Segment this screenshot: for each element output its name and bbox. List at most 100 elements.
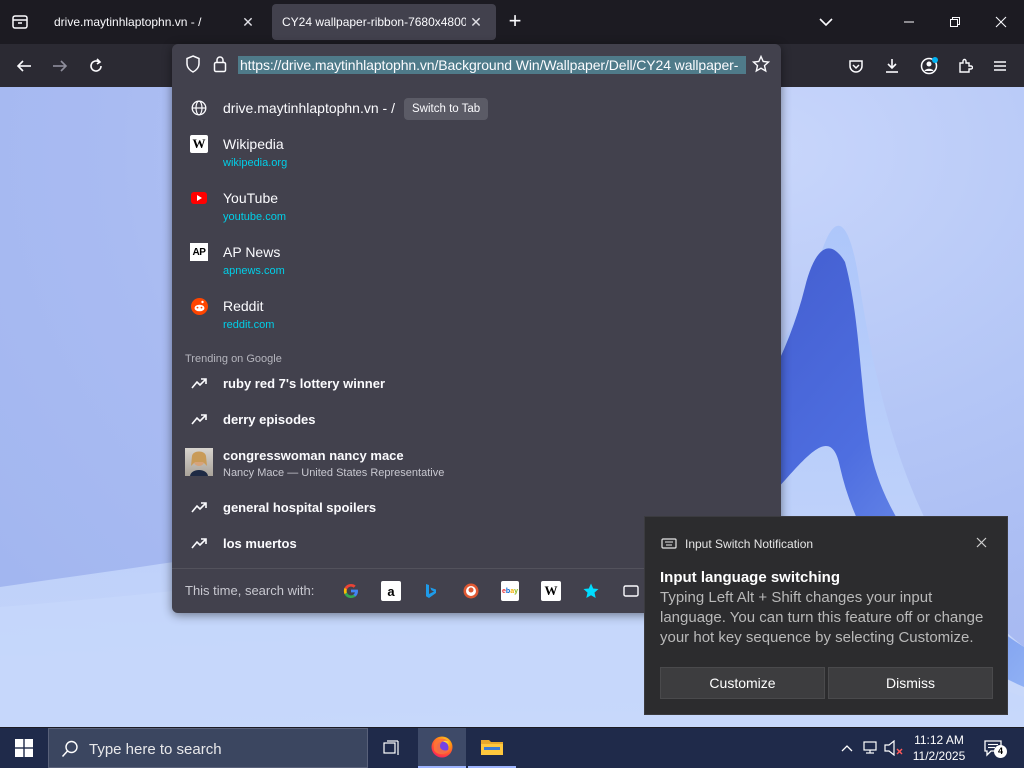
clock[interactable]: 11:12 AM 11/2/2025 [904, 732, 974, 764]
restore-button[interactable] [932, 0, 978, 44]
account-icon [920, 57, 938, 75]
customize-button[interactable]: Customize [660, 667, 825, 699]
shortcut-youtube[interactable]: YouTube youtube.com [172, 188, 781, 238]
dismiss-button[interactable]: Dismiss [828, 667, 993, 699]
bing-icon[interactable] [421, 581, 441, 601]
reddit-icon [190, 297, 208, 315]
tab-drive[interactable]: drive.maytinhlaptophn.vn - / ✕ [44, 4, 268, 40]
puzzle-icon [959, 58, 973, 73]
tabs-icon[interactable] [621, 581, 641, 601]
network-icon[interactable] [861, 738, 881, 758]
shortcut-url: youtube.com [223, 211, 286, 223]
ebay-icon[interactable]: ebay [501, 581, 519, 601]
suggestion-description: Nancy Mace — United States Representativ… [223, 467, 445, 479]
clock-time: 11:12 AM [914, 733, 964, 747]
close-icon [995, 16, 1007, 28]
minimize-icon [904, 21, 914, 23]
pocket-icon [849, 60, 863, 73]
notification-app-name: Input Switch Notification [685, 537, 814, 551]
task-view-button[interactable] [368, 728, 416, 768]
tracking-protection-shield-icon[interactable] [185, 55, 201, 78]
search-placeholder: Type here to search [89, 741, 222, 758]
suggestion-text: ruby red 7's lottery winner [223, 376, 386, 391]
duckduckgo-icon[interactable] [461, 581, 481, 601]
trending-arrow-icon [190, 534, 208, 552]
notification-count-badge: 4 [994, 745, 1007, 758]
url-input[interactable]: https://drive.maytinhlaptophn.vn/Backgro… [240, 57, 746, 73]
list-all-tabs-button[interactable] [814, 10, 838, 34]
amazon-icon[interactable]: a [381, 581, 401, 601]
close-window-button[interactable] [978, 0, 1024, 44]
google-icon[interactable] [341, 581, 361, 601]
keyboard-icon [661, 537, 677, 556]
downloads-button[interactable] [878, 52, 906, 80]
result-title: drive.maytinhlaptophn.vn - / [223, 100, 395, 116]
search-icon [61, 740, 79, 763]
arrow-right-icon [53, 60, 68, 72]
globe-icon [190, 99, 208, 117]
restore-icon [950, 17, 960, 27]
wikipedia-icon[interactable]: W [541, 581, 561, 601]
windows-logo-icon [15, 739, 33, 757]
bookmark-star-icon[interactable] [751, 54, 771, 78]
new-tab-button[interactable]: + [503, 10, 527, 34]
taskbar-file-explorer[interactable] [468, 728, 516, 768]
person-thumbnail [185, 448, 213, 476]
suggestion-text: congresswoman nancy mace [223, 448, 404, 463]
trending-heading: Trending on Google [185, 353, 282, 365]
firefox-icon [431, 736, 453, 758]
clock-date: 11/2/2025 [912, 749, 966, 763]
tab-title: CY24 wallpaper-ribbon-7680x4800_ [282, 15, 466, 29]
chevron-down-icon [819, 18, 833, 27]
pocket-button[interactable] [842, 52, 870, 80]
folder-icon [481, 740, 503, 755]
input-switch-notification: Input Switch Notification Input language… [644, 516, 1008, 715]
reload-icon [90, 58, 102, 72]
shortcut-name: AP News [223, 244, 281, 260]
suggestion-text: general hospital spoilers [223, 500, 377, 515]
minimize-button[interactable] [886, 0, 932, 44]
tab-strip: drive.maytinhlaptophn.vn - / ✕ CY24 wall… [0, 0, 1024, 44]
extensions-button[interactable] [951, 52, 979, 80]
notification-close-icon[interactable] [972, 533, 990, 551]
shortcut-name: Reddit [223, 298, 264, 314]
wikipedia-icon: W [190, 135, 208, 153]
tab-close-icon[interactable]: ✕ [238, 12, 258, 32]
urlbar[interactable]: https://drive.maytinhlaptophn.vn/Backgro… [172, 44, 781, 84]
taskbar-firefox[interactable] [418, 728, 466, 768]
shortcut-url: wikipedia.org [223, 157, 288, 169]
shortcut-wikipedia[interactable]: W Wikipedia wikipedia.org [172, 134, 781, 184]
trending-suggestion-rich[interactable]: congresswoman nancy mace Nancy Mace — Un… [172, 444, 781, 484]
shortcut-apnews[interactable]: AP AP News apnews.com [172, 242, 781, 292]
switch-to-tab-badge[interactable]: Switch to Tab [404, 98, 489, 120]
trending-arrow-icon [190, 374, 208, 392]
volume-muted-icon[interactable] [884, 738, 904, 758]
apnews-icon: AP [190, 243, 208, 261]
lock-icon[interactable] [213, 55, 227, 78]
tab-close-icon[interactable]: ✕ [466, 12, 486, 32]
notification-body: Typing Left Alt + Shift changes your inp… [660, 589, 984, 646]
show-hidden-icons-chevron-up-icon[interactable] [837, 738, 857, 758]
trending-arrow-icon [190, 498, 208, 516]
trending-suggestion[interactable]: derry episodes [172, 408, 781, 432]
firefox-view-button[interactable] [8, 10, 32, 34]
action-center-button[interactable]: 4 [982, 738, 1007, 758]
suggestion-text: derry episodes [223, 412, 316, 427]
tab-title: drive.maytinhlaptophn.vn - / [54, 15, 202, 29]
reload-button[interactable] [82, 52, 110, 80]
trending-suggestion[interactable]: ruby red 7's lottery winner [172, 372, 781, 396]
back-button[interactable] [10, 52, 38, 80]
shortcut-url: apnews.com [223, 265, 285, 277]
account-button[interactable] [915, 52, 943, 80]
bookmarks-star-icon[interactable] [581, 581, 601, 601]
forward-button[interactable] [46, 52, 74, 80]
tab-wallpaper[interactable]: CY24 wallpaper-ribbon-7680x4800_ ✕ [272, 4, 496, 40]
notification-title: Input language switching [660, 569, 840, 586]
start-button[interactable] [0, 728, 48, 768]
shortcut-reddit[interactable]: Reddit reddit.com [172, 296, 781, 346]
trending-arrow-icon [190, 410, 208, 428]
search-with-label: This time, search with: [185, 583, 315, 598]
firefox-view-icon [12, 15, 28, 29]
taskbar-search-box[interactable]: Type here to search [48, 728, 368, 768]
menu-button[interactable] [986, 52, 1014, 80]
